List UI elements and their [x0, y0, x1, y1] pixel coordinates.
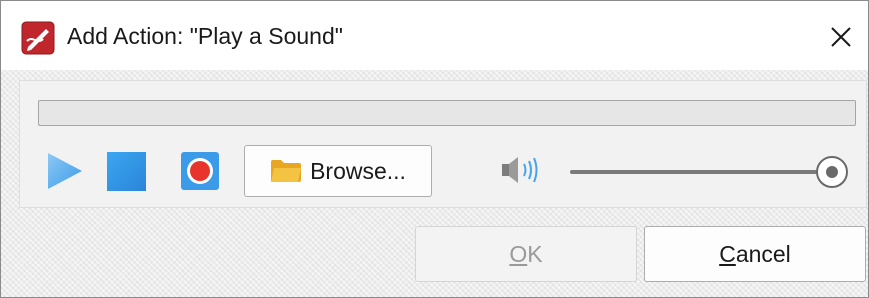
dialog-body: Browse... OK Cancel: [1, 70, 868, 297]
speaker-icon[interactable]: [500, 153, 542, 187]
browse-button[interactable]: Browse...: [244, 145, 432, 197]
cancel-accelerator: C: [719, 240, 736, 267]
record-icon[interactable]: [180, 151, 220, 191]
play-icon[interactable]: [46, 151, 84, 191]
playback-progress-bar: [38, 100, 856, 126]
volume-slider-thumb[interactable]: [815, 155, 849, 189]
cancel-button[interactable]: Cancel: [644, 226, 866, 282]
add-action-dialog: Add Action: "Play a Sound" Browse... O K…: [0, 0, 869, 298]
title-bar: Add Action: "Play a Sound": [1, 1, 868, 70]
ok-label-rest: K: [527, 240, 543, 267]
close-icon: [831, 27, 851, 47]
dialog-title: Add Action: "Play a Sound": [67, 23, 343, 49]
volume-slider-track[interactable]: [570, 170, 832, 174]
browse-label: Browse...: [310, 157, 406, 184]
stop-icon[interactable]: [106, 151, 147, 192]
folder-icon: [271, 160, 302, 182]
sound-player-panel: Browse...: [19, 80, 867, 208]
ok-accelerator: O: [509, 240, 528, 267]
cancel-label-rest: ancel: [735, 240, 791, 267]
close-button[interactable]: [818, 15, 864, 59]
pdf-editor-icon: [21, 21, 55, 55]
ok-button[interactable]: OK: [415, 226, 637, 282]
